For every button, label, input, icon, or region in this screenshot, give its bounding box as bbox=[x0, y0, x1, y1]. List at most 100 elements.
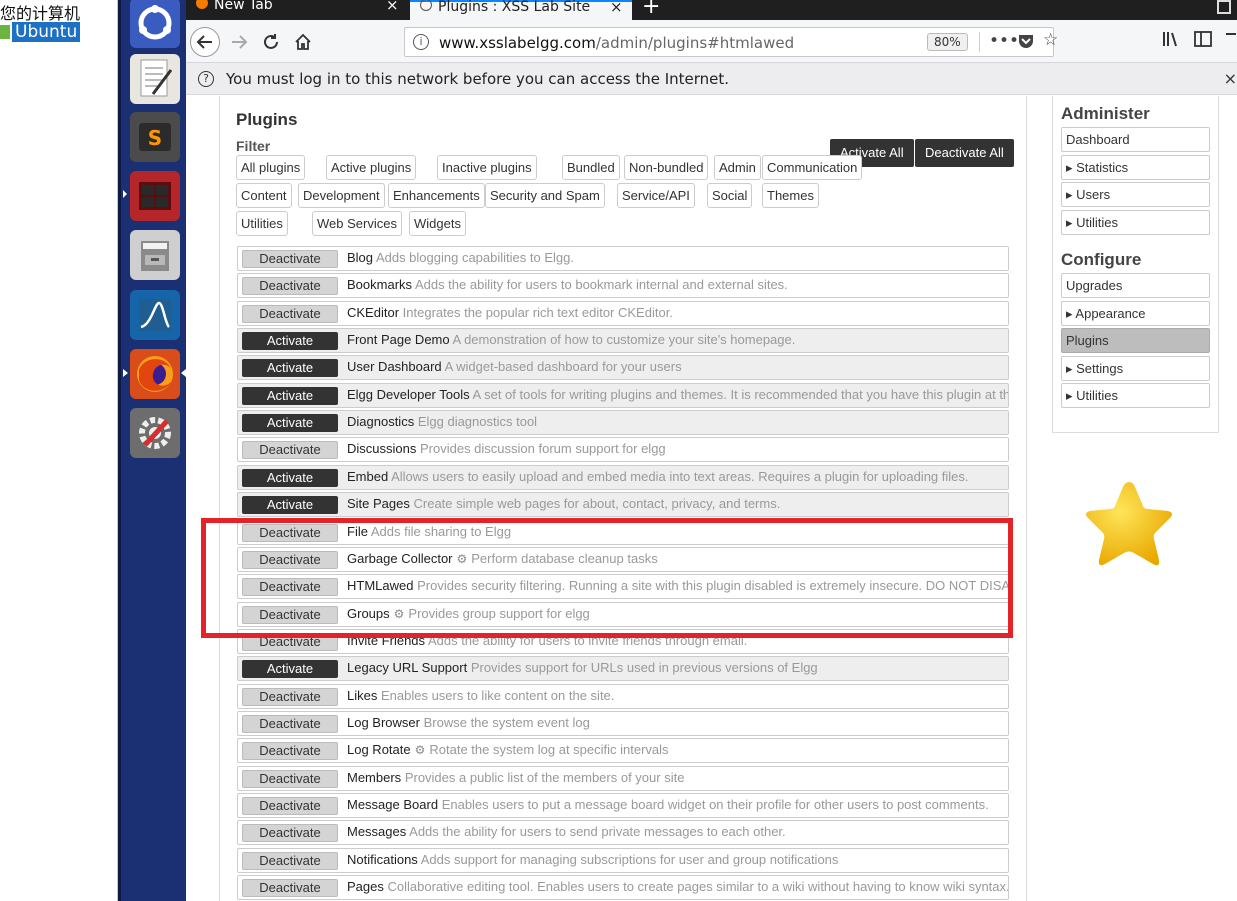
plugin-name[interactable]: Pages bbox=[347, 879, 384, 894]
plugin-info: User Dashboard A widget-based dashboard … bbox=[347, 359, 682, 374]
plugin-name[interactable]: Front Page Demo bbox=[347, 332, 450, 347]
plugin-info: Message Board Enables users to put a mes… bbox=[347, 797, 989, 812]
settings-gear-icon[interactable]: ⚙ bbox=[415, 743, 426, 757]
filter-chip[interactable]: Enhancements bbox=[388, 183, 485, 208]
site-info-icon[interactable]: i bbox=[413, 34, 429, 50]
activate-button[interactable]: Activate bbox=[242, 469, 338, 487]
close-tab-icon[interactable]: × bbox=[610, 0, 623, 15]
plugin-description: Adds support for managing subscriptions … bbox=[420, 852, 839, 867]
filter-chip[interactable]: Admin bbox=[714, 155, 761, 180]
plugin-name[interactable]: Log Rotate bbox=[347, 742, 411, 757]
system-settings-icon[interactable] bbox=[130, 408, 180, 458]
filter-chip[interactable]: Themes bbox=[762, 183, 819, 208]
sidebar-item[interactable]: Plugins bbox=[1061, 328, 1210, 353]
deactivate-button[interactable]: Deactivate bbox=[242, 688, 338, 706]
filter-chip[interactable]: Non-bundled bbox=[624, 155, 709, 180]
plugin-name[interactable]: Discussions bbox=[347, 441, 416, 456]
deactivate-button[interactable]: Deactivate bbox=[242, 797, 338, 815]
plugin-name[interactable]: Bookmarks bbox=[347, 277, 412, 292]
plugin-name[interactable]: Legacy URL Support bbox=[347, 660, 467, 675]
deactivate-button[interactable]: Deactivate bbox=[242, 742, 338, 760]
filter-chip[interactable]: Content bbox=[236, 183, 292, 208]
filter-chip[interactable]: Communication bbox=[762, 155, 863, 180]
sidebar-item[interactable]: ▸ Settings bbox=[1061, 356, 1210, 381]
plugin-name[interactable]: User Dashboard bbox=[347, 359, 442, 374]
plugin-name[interactable]: Embed bbox=[347, 469, 388, 484]
file-manager-icon[interactable] bbox=[130, 230, 180, 280]
plugin-name[interactable]: Message Board bbox=[347, 797, 438, 812]
plugin-name[interactable]: Messages bbox=[347, 824, 406, 839]
sidebar-item[interactable]: Dashboard bbox=[1061, 127, 1210, 152]
page-actions-icon[interactable]: ••• bbox=[989, 31, 1019, 51]
activate-button[interactable]: Activate bbox=[242, 660, 338, 678]
activate-button[interactable]: Activate bbox=[242, 496, 338, 514]
filter-chip[interactable]: Security and Spam bbox=[485, 183, 605, 208]
sidebar-item[interactable]: ▸ Users bbox=[1061, 182, 1210, 207]
overflow-menu-icon[interactable] bbox=[1226, 30, 1236, 53]
deactivate-all-button[interactable]: Deactivate All bbox=[915, 139, 1014, 167]
desktop-ubuntu-item[interactable]: Ubuntu bbox=[0, 22, 81, 44]
deactivate-button[interactable]: Deactivate bbox=[242, 305, 338, 323]
filter-chip[interactable]: Social bbox=[707, 183, 753, 208]
wireshark-icon[interactable] bbox=[130, 290, 180, 340]
sidebar-item[interactable]: ▸ Appearance bbox=[1061, 301, 1210, 326]
deactivate-button[interactable]: Deactivate bbox=[242, 852, 338, 870]
notice-close-icon[interactable]: × bbox=[1224, 69, 1237, 88]
plugin-name[interactable]: CKEditor bbox=[347, 305, 399, 320]
plugin-name[interactable]: Log Browser bbox=[347, 715, 420, 730]
deactivate-button[interactable]: Deactivate bbox=[242, 250, 338, 268]
text-editor-icon[interactable] bbox=[130, 54, 180, 104]
reload-button[interactable] bbox=[256, 27, 286, 57]
bookmark-star-icon[interactable]: ☆ bbox=[1043, 30, 1058, 50]
firefox-icon[interactable] bbox=[130, 349, 180, 399]
activate-button[interactable]: Activate bbox=[242, 387, 338, 405]
close-tab-icon[interactable]: × bbox=[386, 0, 399, 13]
filter-chip[interactable]: All plugins bbox=[236, 155, 306, 180]
plugin-name[interactable]: Site Pages bbox=[347, 496, 410, 511]
plugin-name[interactable]: Blog bbox=[347, 250, 373, 265]
plugin-name[interactable]: Diagnostics bbox=[347, 414, 414, 429]
url-bar[interactable]: i www.xsslabelgg.com/admin/plugins#htmla… bbox=[404, 27, 1058, 57]
window-sidebar-icon[interactable] bbox=[1217, 0, 1231, 14]
plugin-name[interactable]: Notifications bbox=[347, 852, 418, 867]
filter-chip[interactable]: Development bbox=[298, 183, 385, 208]
activate-button[interactable]: Activate bbox=[242, 414, 338, 432]
activate-button[interactable]: Activate bbox=[242, 359, 338, 377]
plugin-name[interactable]: Elgg Developer Tools bbox=[347, 387, 470, 402]
filter-chip[interactable]: Widgets bbox=[409, 211, 466, 236]
plugin-name[interactable]: Members bbox=[347, 770, 401, 785]
pocket-icon[interactable] bbox=[1017, 32, 1035, 55]
sidebar-item[interactable]: ▸ Utilities bbox=[1061, 383, 1210, 408]
filter-chip[interactable]: Active plugins bbox=[326, 155, 417, 180]
administer-heading: Administer bbox=[1061, 104, 1150, 123]
terminal-icon[interactable] bbox=[130, 171, 180, 221]
zoom-indicator[interactable]: 80% bbox=[927, 33, 968, 51]
filter-chip[interactable]: Service/API bbox=[617, 183, 695, 208]
deactivate-button[interactable]: Deactivate bbox=[242, 441, 338, 459]
ubuntu-logo-icon[interactable] bbox=[130, 0, 180, 48]
activate-button[interactable]: Activate bbox=[242, 332, 338, 350]
deactivate-button[interactable]: Deactivate bbox=[242, 879, 338, 897]
deactivate-button[interactable]: Deactivate bbox=[242, 824, 338, 842]
back-button[interactable] bbox=[190, 27, 220, 57]
library-icon[interactable] bbox=[1161, 30, 1179, 53]
plugin-name[interactable]: Likes bbox=[347, 688, 377, 703]
filter-chip[interactable]: Inactive plugins bbox=[437, 155, 537, 180]
deactivate-button[interactable]: Deactivate bbox=[242, 277, 338, 295]
tab-plugins[interactable]: Plugins : XSS Lab Site × bbox=[410, 0, 632, 20]
sidebar-toggle-icon[interactable] bbox=[1194, 30, 1212, 53]
sidebar-item[interactable]: ▸ Utilities bbox=[1061, 210, 1210, 235]
forward-button[interactable] bbox=[224, 27, 254, 57]
filter-chip[interactable]: Web Services bbox=[312, 211, 402, 236]
filter-chip[interactable]: Bundled bbox=[562, 155, 620, 180]
deactivate-button[interactable]: Deactivate bbox=[242, 715, 338, 733]
tab-new-tab[interactable]: New Tab × bbox=[186, 0, 408, 20]
sidebar-item[interactable]: ▸ Statistics bbox=[1061, 155, 1210, 180]
new-tab-button[interactable]: + bbox=[642, 0, 660, 19]
sublime-text-icon[interactable]: S bbox=[130, 112, 180, 162]
sidebar-item[interactable]: Upgrades bbox=[1061, 273, 1210, 298]
home-button[interactable] bbox=[288, 27, 318, 57]
filter-chip[interactable]: Utilities bbox=[236, 211, 288, 236]
reload-icon bbox=[264, 34, 278, 49]
deactivate-button[interactable]: Deactivate bbox=[242, 770, 338, 788]
